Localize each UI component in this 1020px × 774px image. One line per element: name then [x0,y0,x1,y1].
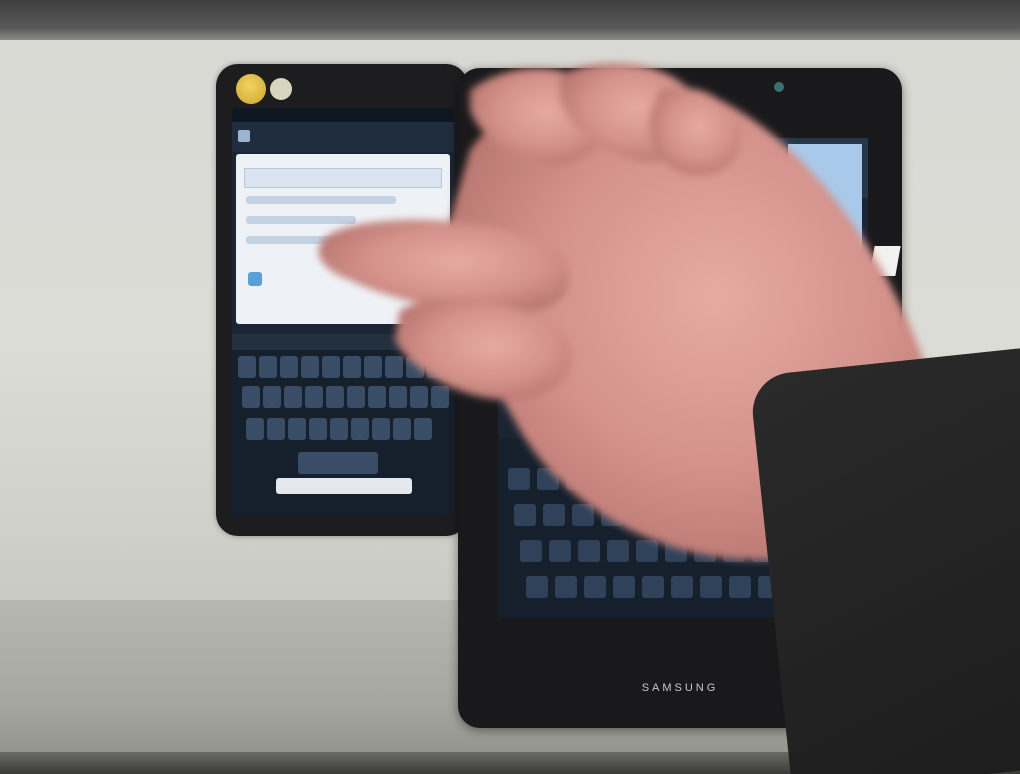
message-line [246,236,416,244]
keyboard-key[interactable] [389,386,407,408]
tablet-keyboard-key[interactable] [526,576,548,598]
tablet-keyboard-key[interactable] [642,576,664,598]
tablet-keyboard-key[interactable] [630,504,652,526]
phone-screen [232,108,454,516]
tablet-keyboard-key[interactable] [729,576,751,598]
status-bar [232,108,454,122]
keyboard-key[interactable] [347,386,365,408]
keyboard-key[interactable] [259,356,277,378]
keyboard-key[interactable] [385,356,403,378]
tablet-keyboard-key[interactable] [508,468,530,490]
app-icon [238,130,250,142]
tablet-keyboard-key[interactable] [682,468,704,490]
tablet-keyboard-key[interactable] [613,576,635,598]
keyboard-key[interactable] [406,356,424,378]
tablet-keyboard-key[interactable] [578,540,600,562]
keyboard-key[interactable] [305,386,323,408]
keyboard-key[interactable] [343,356,361,378]
tablet-keyboard-key[interactable] [717,504,739,526]
sleeve [748,345,1020,774]
tablet-keyboard-key[interactable] [624,468,646,490]
tablet-keyboard-key[interactable] [665,540,687,562]
tablet-keyboard-key[interactable] [514,504,536,526]
tablet-keyboard-key[interactable] [671,576,693,598]
tablet-keyboard-key[interactable] [700,576,722,598]
tablet-keyboard-key[interactable] [711,468,733,490]
tablet-content-pane [788,144,862,374]
keyboard-key[interactable] [330,418,348,440]
tablet-keyboard-key[interactable] [723,540,745,562]
tablet-keyboard-key[interactable] [555,576,577,598]
wall-paper-scrap [869,246,901,276]
phone-input-bar[interactable] [276,478,412,494]
send-icon[interactable] [248,272,262,286]
tablet-keyboard-key[interactable] [572,504,594,526]
message-line [246,196,396,204]
keyboard-key[interactable] [238,356,256,378]
tablet-keyboard-key[interactable] [601,504,623,526]
tablet-keyboard-key[interactable] [537,468,559,490]
recipient-field[interactable] [244,168,442,188]
keyboard-key[interactable] [364,356,382,378]
keyboard-key[interactable] [393,418,411,440]
tablet-keyboard-key[interactable] [688,504,710,526]
keyboard-key[interactable] [414,418,432,440]
tablet-keyboard-key[interactable] [520,540,542,562]
keyboard-key[interactable] [263,386,281,408]
keyboard-key[interactable] [427,356,445,378]
keyboard-key[interactable] [267,418,285,440]
tablet-keyboard-key[interactable] [607,540,629,562]
keyboard-key[interactable] [322,356,340,378]
message-line [246,216,356,224]
keyboard-key[interactable] [309,418,327,440]
keyboard-key[interactable] [410,386,428,408]
phone-device [216,64,468,536]
keyboard-key[interactable] [326,386,344,408]
keyboard-key[interactable] [372,418,390,440]
keyboard-key[interactable] [284,386,302,408]
keyboard-key[interactable] [242,386,260,408]
top-dark-band [0,0,1020,40]
photo-scene: SAMSUNG [0,0,1020,774]
space-key[interactable] [298,452,378,474]
avatar-icon [236,74,266,104]
keyboard-key[interactable] [368,386,386,408]
tablet-keyboard-key[interactable] [595,468,617,490]
tablet-keyboard-key[interactable] [694,540,716,562]
keyboard-key[interactable] [431,386,449,408]
keyboard-key[interactable] [280,356,298,378]
app-header [232,122,454,152]
tablet-keyboard-key[interactable] [549,540,571,562]
chat-bubble-icon [270,78,292,100]
message-area[interactable] [236,154,450,324]
tablet-keyboard-key[interactable] [653,468,675,490]
suggestion-bar[interactable] [232,334,454,350]
camera-icon [774,82,784,92]
tablet-keyboard-key[interactable] [584,576,606,598]
keyboard-key[interactable] [351,418,369,440]
keyboard-key[interactable] [288,418,306,440]
tablet-keyboard-key[interactable] [543,504,565,526]
tablet-keyboard-key[interactable] [636,540,658,562]
tablet-keyboard-key[interactable] [566,468,588,490]
keyboard-key[interactable] [246,418,264,440]
keyboard-key[interactable] [301,356,319,378]
tablet-keyboard-key[interactable] [659,504,681,526]
